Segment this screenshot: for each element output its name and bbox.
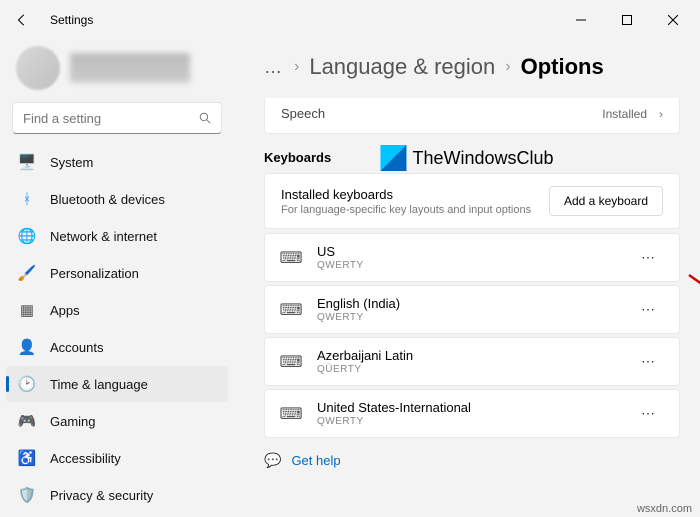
keyboard-layout: QÜERTY [317, 364, 413, 375]
nav-label: Privacy & security [50, 488, 153, 503]
keyboard-name: US [317, 244, 364, 259]
nav-icon: 🕑 [18, 375, 36, 393]
nav-label: Time & language [50, 377, 148, 392]
keyboard-row: ⌨ Azerbaijani Latin QÜERTY ⋯ [264, 337, 680, 386]
keyboards-section-title: Keyboards [264, 150, 680, 165]
keyboard-name: United States-International [317, 400, 471, 415]
nav-icon: 🌐 [18, 227, 36, 245]
keyboard-row: ⌨ United States-International QWERTY ⋯ [264, 389, 680, 438]
keyboard-list: ⌨ US QWERTY ⋯ ⌨ English (India) QWERTY ⋯… [264, 233, 680, 438]
profile-header[interactable] [6, 40, 228, 96]
nav-label: Personalization [50, 266, 139, 281]
breadcrumb: … › Language & region › Options [264, 40, 680, 98]
sidebar-item-personalization[interactable]: 🖌️ Personalization [6, 255, 228, 291]
nav-icon: ▦ [18, 301, 36, 319]
help-row: 💬 Get help [264, 452, 680, 469]
sidebar-item-bluetooth-devices[interactable]: ᚼ Bluetooth & devices [6, 181, 228, 217]
more-button[interactable]: ⋯ [635, 401, 663, 426]
avatar [16, 46, 60, 90]
close-icon [668, 15, 678, 25]
breadcrumb-current: Options [521, 54, 604, 80]
close-button[interactable] [650, 4, 696, 36]
installed-keyboards-title: Installed keyboards [281, 187, 531, 202]
nav-icon: 🎮 [18, 412, 36, 430]
sidebar-item-system[interactable]: 🖥️ System [6, 144, 228, 180]
nav-label: Accessibility [50, 451, 121, 466]
chevron-right-icon: › [659, 107, 663, 121]
sidebar-item-gaming[interactable]: 🎮 Gaming [6, 403, 228, 439]
keyboard-layout: QWERTY [317, 416, 471, 427]
sidebar-item-privacy-security[interactable]: 🛡️ Privacy & security [6, 477, 228, 513]
help-icon: 💬 [264, 452, 281, 469]
sidebar-item-accessibility[interactable]: ♿ Accessibility [6, 440, 228, 476]
keyboard-layout: QWERTY [317, 312, 400, 323]
keyboard-row: ⌨ English (India) QWERTY ⋯ [264, 285, 680, 334]
breadcrumb-parent[interactable]: Language & region [309, 54, 495, 80]
maximize-button[interactable] [604, 4, 650, 36]
get-help-link[interactable]: Get help [291, 453, 340, 468]
installed-keyboards-subtitle: For language-specific key layouts and in… [281, 204, 531, 216]
keyboard-icon: ⌨ [281, 300, 301, 320]
installed-keyboards-card: Installed keyboards For language-specifi… [264, 173, 680, 229]
arrow-left-icon [15, 13, 29, 27]
add-keyboard-button[interactable]: Add a keyboard [549, 186, 663, 216]
search-box[interactable] [12, 102, 222, 134]
speech-label: Speech [281, 106, 325, 121]
back-button[interactable] [4, 2, 40, 38]
sidebar-item-time-language[interactable]: 🕑 Time & language [6, 366, 228, 402]
minimize-icon [576, 15, 586, 25]
more-button[interactable]: ⋯ [635, 297, 663, 322]
title-bar: Settings [0, 0, 700, 40]
keyboard-icon: ⌨ [281, 404, 301, 424]
search-icon [199, 111, 211, 125]
chevron-right-icon: › [505, 58, 510, 76]
nav-icon: ᚼ [18, 190, 36, 208]
nav-label: Apps [50, 303, 80, 318]
nav-label: Network & internet [50, 229, 157, 244]
keyboard-name: Azerbaijani Latin [317, 348, 413, 363]
minimize-button[interactable] [558, 4, 604, 36]
nav-icon: 🖌️ [18, 264, 36, 282]
window-controls [558, 4, 696, 36]
annotation-arrow [684, 270, 700, 390]
keyboard-row: ⌨ US QWERTY ⋯ [264, 233, 680, 282]
nav-list: 🖥️ System ᚼ Bluetooth & devices 🌐 Network & i… [6, 144, 228, 517]
main-content: … › Language & region › Options Speech I… [234, 40, 700, 517]
nav-label: Bluetooth & devices [50, 192, 165, 207]
profile-name [70, 53, 190, 83]
chevron-right-icon: › [294, 58, 299, 76]
keyboard-icon: ⌨ [281, 352, 301, 372]
search-input[interactable] [23, 111, 199, 126]
sidebar-item-accounts[interactable]: 👤 Accounts [6, 329, 228, 365]
sidebar-item-apps[interactable]: ▦ Apps [6, 292, 228, 328]
sidebar-item-network-internet[interactable]: 🌐 Network & internet [6, 218, 228, 254]
nav-icon: 🖥️ [18, 153, 36, 171]
nav-icon: ♿ [18, 449, 36, 467]
more-button[interactable]: ⋯ [635, 349, 663, 374]
window-title: Settings [50, 13, 93, 27]
speech-status: Installed [602, 107, 647, 121]
nav-label: Accounts [50, 340, 103, 355]
keyboard-name: English (India) [317, 296, 400, 311]
breadcrumb-overflow[interactable]: … [264, 57, 284, 78]
maximize-icon [622, 15, 632, 25]
nav-label: System [50, 155, 93, 170]
speech-row[interactable]: Speech Installed › [264, 98, 680, 134]
nav-icon: 👤 [18, 338, 36, 356]
nav-label: Gaming [50, 414, 96, 429]
sidebar: 🖥️ System ᚼ Bluetooth & devices 🌐 Network & i… [0, 40, 234, 517]
nav-icon: 🛡️ [18, 486, 36, 504]
keyboard-icon: ⌨ [281, 248, 301, 268]
more-button[interactable]: ⋯ [635, 245, 663, 270]
keyboard-layout: QWERTY [317, 260, 364, 271]
